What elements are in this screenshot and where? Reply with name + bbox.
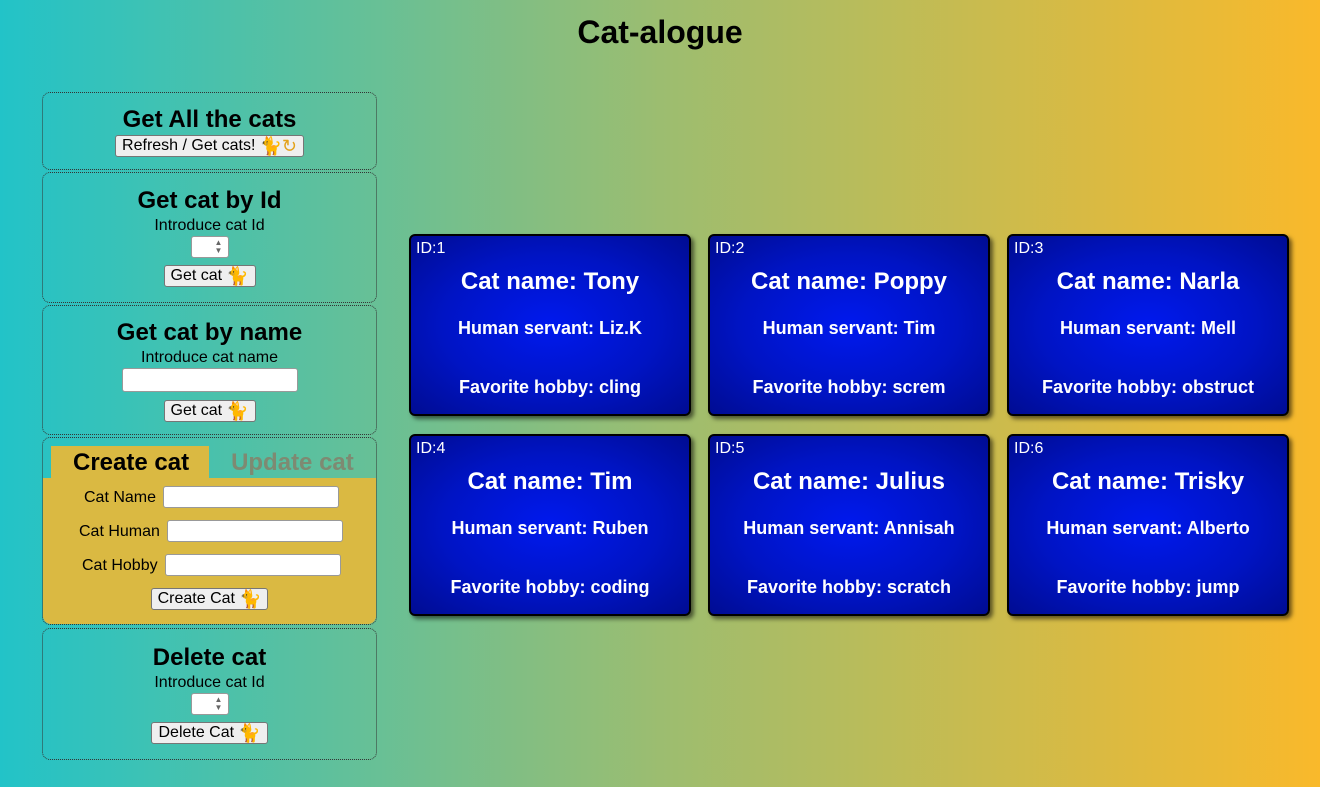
cat-hobby-field[interactable] <box>165 554 342 576</box>
cat-hobby: Favorite hobby: scratch <box>746 577 952 597</box>
cat-hobby: Favorite hobby: screm <box>752 377 946 397</box>
cat-card: ID:2 Cat name: Poppy Human servant: Tim … <box>708 234 990 416</box>
spinner-icon[interactable]: ▲ ▼ <box>213 696 225 712</box>
get-all-heading: Get All the cats <box>122 106 297 133</box>
tab-create-cat[interactable]: Create cat <box>51 446 210 478</box>
cat-human: Human servant: Liz.K <box>457 318 643 338</box>
cat-name: Cat name: Tim <box>467 468 633 495</box>
get-cat-button-label: Get cat <box>170 402 223 419</box>
cat-id: ID:3 <box>1014 240 1044 257</box>
spinner-icon[interactable]: ▲ ▼ <box>213 239 225 255</box>
cat-hobby: Favorite hobby: obstruct <box>1041 377 1254 397</box>
create-cat-button-label: Create Cat <box>157 590 235 607</box>
delete-cat-panel: Delete cat Introduce cat Id ▲ ▼ Delete Ca… <box>42 628 377 760</box>
cat-icon: 🐈 <box>238 723 261 743</box>
cat-card: ID:3 Cat name: Narla Human servant: Mell… <box>1007 234 1289 416</box>
get-by-name-panel: Get cat by name Introduce cat name Get c… <box>42 305 377 435</box>
cat-hobby: Favorite hobby: cling <box>458 377 641 397</box>
cat-name: Cat name: Tony <box>460 268 640 295</box>
get-by-id-panel: Get cat by Id Introduce cat Id ▲ ▼ Get ca… <box>42 172 377 303</box>
refresh-cats-button[interactable]: Refresh / Get cats! 🐈↻ <box>115 135 304 157</box>
cat-hobby-row: Cat Hobby <box>82 554 342 576</box>
page-title: Cat-alogue <box>577 14 743 50</box>
cat-human-field[interactable] <box>167 520 344 542</box>
get-cat-button-label: Get cat <box>170 267 223 284</box>
get-by-id-heading: Get cat by Id <box>137 187 282 214</box>
cat-id: ID:1 <box>416 240 446 257</box>
cat-refresh-icon: 🐈↻ <box>259 136 297 156</box>
get-cat-by-id-button[interactable]: Get cat 🐈 <box>163 265 256 287</box>
cat-card: ID:1 Cat name: Tony Human servant: Liz.K… <box>409 234 691 416</box>
cat-id: ID:4 <box>416 440 446 457</box>
cat-human: Human servant: Alberto <box>1046 518 1250 538</box>
tab-update-cat[interactable]: Update cat <box>209 446 374 478</box>
cat-name: Cat name: Narla <box>1056 268 1240 295</box>
delete-cat-heading: Delete cat <box>152 644 267 671</box>
cat-human: Human servant: Mell <box>1059 318 1237 338</box>
cat-hobby: Favorite hobby: jump <box>1056 577 1240 597</box>
cat-id: ID:5 <box>715 440 745 457</box>
delete-cat-button[interactable]: Delete Cat 🐈 <box>151 722 268 744</box>
create-update-tabs: Create cat Update cat <box>51 446 374 478</box>
cat-human: Human servant: Ruben <box>451 518 649 538</box>
cat-card: ID:4 Cat name: Tim Human servant: Ruben … <box>409 434 691 616</box>
cat-icon: 🐈 <box>226 266 249 286</box>
delete-cat-id-input[interactable]: ▲ ▼ <box>190 693 229 715</box>
get-by-id-instruction: Introduce cat Id <box>154 217 265 234</box>
get-by-name-heading: Get cat by name <box>116 319 303 346</box>
cat-card: ID:6 Cat name: Trisky Human servant: Alb… <box>1007 434 1289 616</box>
cat-name-search-input[interactable] <box>121 368 298 392</box>
cat-name-label: Cat Name <box>84 489 157 506</box>
cat-id: ID:2 <box>715 240 745 257</box>
cat-human: Human servant: Annisah <box>743 518 955 538</box>
create-cat-form: Cat Name Cat Human Cat Hobby Create Cat … <box>43 478 376 624</box>
delete-cat-instruction: Introduce cat Id <box>154 674 265 691</box>
cat-hobby-label: Cat Hobby <box>82 557 158 574</box>
cat-name-field[interactable] <box>163 486 340 508</box>
get-by-name-instruction: Introduce cat name <box>141 349 278 366</box>
cat-id-input[interactable]: ▲ ▼ <box>190 236 229 258</box>
refresh-button-label: Refresh / Get cats! <box>122 137 256 154</box>
cat-name: Cat name: Trisky <box>1051 468 1245 495</box>
create-update-panel: Create cat Update cat Cat Name Cat Human… <box>42 437 377 625</box>
cat-hobby: Favorite hobby: coding <box>450 577 650 597</box>
cat-id: ID:6 <box>1014 440 1044 457</box>
cat-name: Cat name: Poppy <box>750 268 948 295</box>
cat-human: Human servant: Tim <box>762 318 936 338</box>
cat-human-label: Cat Human <box>79 523 160 540</box>
cat-name-row: Cat Name <box>84 486 340 508</box>
get-cat-by-name-button[interactable]: Get cat 🐈 <box>163 400 256 422</box>
cat-icon: 🐈 <box>226 401 249 421</box>
cat-icon: 🐈 <box>238 589 262 609</box>
create-cat-button[interactable]: Create Cat 🐈 <box>150 588 269 610</box>
cat-human-row: Cat Human <box>79 520 344 542</box>
cat-card: ID:5 Cat name: Julius Human servant: Ann… <box>708 434 990 616</box>
delete-cat-button-label: Delete Cat <box>158 724 235 741</box>
get-all-panel: Get All the cats Refresh / Get cats! 🐈↻ <box>42 92 377 170</box>
cat-name: Cat name: Julius <box>752 468 946 495</box>
